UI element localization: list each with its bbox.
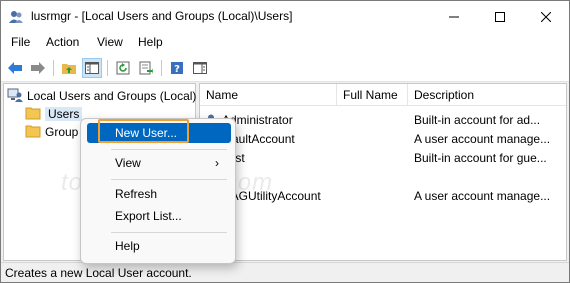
menu-item-export-list[interactable]: Export List... bbox=[87, 206, 231, 226]
list-header: Name Full Name Description bbox=[200, 84, 566, 106]
status-text: Creates a new Local User account. bbox=[5, 266, 192, 280]
window-title: lusrmgr - [Local Users and Groups (Local… bbox=[31, 9, 293, 23]
refresh-icon[interactable] bbox=[113, 58, 133, 78]
cell-name: efaultAccount bbox=[222, 132, 295, 146]
tree-item-label: Group bbox=[45, 125, 79, 139]
table-row[interactable]: uest Built-in account for gue... bbox=[200, 149, 566, 168]
computer-users-icon bbox=[7, 87, 23, 106]
tree-item-users[interactable]: Users bbox=[25, 105, 83, 123]
close-button[interactable] bbox=[523, 1, 569, 32]
menu-separator bbox=[111, 232, 227, 233]
forward-arrow-icon[interactable] bbox=[28, 58, 48, 78]
show-hide-action-pane-icon[interactable] bbox=[190, 58, 210, 78]
menu-item-refresh[interactable]: Refresh bbox=[87, 184, 231, 204]
title-bar: lusrmgr - [Local Users and Groups (Local… bbox=[1, 1, 569, 32]
maximize-button[interactable] bbox=[477, 1, 523, 32]
tree-root-label: Local Users and Groups (Local) bbox=[27, 89, 197, 103]
tree-item-label: Users bbox=[45, 107, 83, 121]
toolbar-separator bbox=[107, 60, 108, 76]
mmc-window: lusrmgr - [Local Users and Groups (Local… bbox=[0, 0, 570, 283]
svg-text:?: ? bbox=[174, 64, 180, 75]
cell-description: A user account manage... bbox=[414, 132, 551, 146]
menu-item-view[interactable]: View › bbox=[87, 153, 231, 173]
menu-help[interactable]: Help bbox=[138, 35, 163, 49]
tree-root[interactable]: Local Users and Groups (Local) bbox=[7, 87, 196, 105]
submenu-arrow-icon: › bbox=[215, 156, 219, 170]
cell-name: Administrator bbox=[222, 113, 293, 127]
column-header-name[interactable]: Name bbox=[200, 84, 337, 106]
column-header-full-name[interactable]: Full Name bbox=[337, 84, 408, 106]
highlight-annotation bbox=[98, 119, 189, 143]
menu-item-view-label: View bbox=[115, 156, 141, 170]
up-folder-icon[interactable] bbox=[59, 58, 79, 78]
menu-separator bbox=[111, 149, 227, 150]
cell-description: Built-in account for gue... bbox=[414, 151, 547, 165]
table-row[interactable]: Administrator Built-in account for ad... bbox=[200, 111, 566, 130]
menu-item-help[interactable]: Help bbox=[87, 236, 231, 256]
tree-item-groups[interactable]: Group bbox=[25, 123, 78, 141]
minimize-button[interactable] bbox=[431, 1, 477, 32]
menu-separator bbox=[111, 179, 227, 180]
cell-description: Built-in account for ad... bbox=[414, 113, 541, 127]
menu-file[interactable]: File bbox=[11, 35, 30, 49]
cell-description: A user account manage... bbox=[414, 189, 551, 203]
folder-icon bbox=[25, 124, 41, 141]
export-list-icon[interactable] bbox=[136, 58, 156, 78]
toolbar: ? bbox=[1, 54, 569, 82]
column-header-description[interactable]: Description bbox=[408, 84, 566, 106]
cell-name: uest bbox=[222, 151, 334, 165]
toolbar-separator bbox=[53, 60, 54, 76]
table-row[interactable]: efaultAccount A user account manage... bbox=[200, 130, 566, 149]
toolbar-separator bbox=[161, 60, 162, 76]
back-arrow-icon[interactable] bbox=[5, 58, 25, 78]
menu-action[interactable]: Action bbox=[46, 35, 79, 49]
users-app-icon bbox=[8, 9, 24, 25]
show-hide-tree-icon[interactable] bbox=[82, 58, 102, 78]
folder-icon bbox=[25, 106, 41, 123]
help-icon[interactable]: ? bbox=[167, 58, 187, 78]
menu-view[interactable]: View bbox=[97, 35, 123, 49]
status-bar: Creates a new Local User account. bbox=[1, 262, 569, 282]
menu-bar: File Action View Help bbox=[1, 32, 569, 54]
